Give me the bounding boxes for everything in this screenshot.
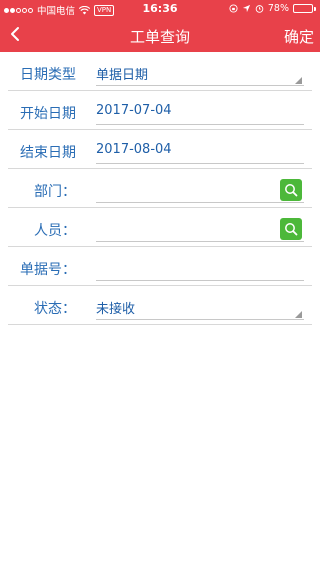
start-date-label: 开始日期 xyxy=(20,106,76,122)
end-date-label: 结束日期 xyxy=(20,145,76,161)
query-form: 日期类型 单据日期 开始日期 2017-07-04 结束日期 2017-08-0… xyxy=(0,52,320,325)
date-type-label: 日期类型 xyxy=(20,67,76,83)
search-icon xyxy=(285,223,298,236)
department-label: 部门： xyxy=(34,184,76,200)
start-date-row: 开始日期 2017-07-04 xyxy=(8,91,312,130)
date-type-select[interactable]: 单据日期 xyxy=(96,62,304,86)
status-label: 状态： xyxy=(34,301,76,317)
rotation-lock-icon xyxy=(229,4,238,13)
location-arrow-icon xyxy=(242,4,250,13)
status-value: 未接收 xyxy=(96,302,136,317)
personnel-field[interactable] xyxy=(96,218,304,242)
dropdown-caret-icon xyxy=(295,77,302,84)
battery-percent: 78% xyxy=(267,3,289,14)
dropdown-caret-icon xyxy=(295,311,302,318)
end-date-field[interactable]: 2017-08-04 xyxy=(96,140,304,164)
battery-icon xyxy=(293,4,316,13)
start-date-value: 2017-07-04 xyxy=(96,103,172,118)
department-row: 部门： xyxy=(8,169,312,208)
navigation-bar: 工单查询 确定 xyxy=(0,18,320,52)
alarm-icon xyxy=(255,5,264,13)
status-select[interactable]: 未接收 xyxy=(96,296,304,320)
start-date-field[interactable]: 2017-07-04 xyxy=(96,101,304,125)
confirm-button[interactable]: 确定 xyxy=(284,26,314,47)
status-row: 状态： 未接收 xyxy=(8,286,312,325)
date-type-row: 日期类型 单据日期 xyxy=(8,52,312,91)
doc-number-row: 单据号： xyxy=(8,247,312,286)
personnel-row: 人员： xyxy=(8,208,312,247)
personnel-search-button[interactable] xyxy=(280,218,302,240)
department-field[interactable] xyxy=(96,179,304,203)
search-icon xyxy=(285,184,298,197)
doc-number-field[interactable] xyxy=(96,257,304,281)
end-date-value: 2017-08-04 xyxy=(96,142,172,157)
status-bar: 中国电信 VPN 16:36 78% xyxy=(0,0,320,18)
doc-number-label: 单据号： xyxy=(20,262,76,278)
department-search-button[interactable] xyxy=(280,179,302,201)
page-title: 工单查询 xyxy=(129,28,190,46)
top-bar: 中国电信 VPN 16:36 78% 工单查询 确定 xyxy=(0,0,320,52)
status-right: 78% xyxy=(229,3,316,14)
personnel-label: 人员： xyxy=(34,223,76,239)
end-date-row: 结束日期 2017-08-04 xyxy=(8,130,312,169)
date-type-value: 单据日期 xyxy=(96,68,149,83)
